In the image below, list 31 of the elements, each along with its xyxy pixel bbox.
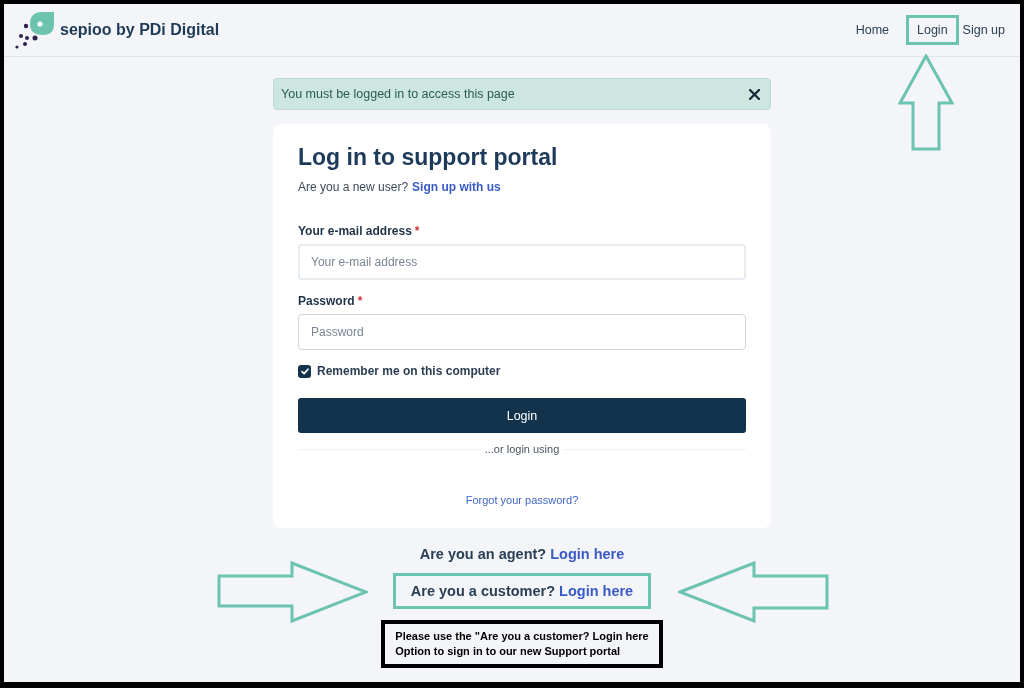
remember-label: Remember me on this computer [317, 364, 501, 378]
field-label: Your e-mail address [298, 223, 412, 239]
login-here-link[interactable]: Login here [550, 544, 625, 564]
left-arrow-icon [678, 561, 829, 623]
annotation-note: Please use the "Are you a customer? Login here Option to sign in to our new Support portal [381, 620, 663, 668]
divider-text: ...or login using [484, 442, 560, 456]
logo-icon [14, 10, 56, 50]
login-button[interactable]: Login [298, 398, 746, 433]
nav-link[interactable]: Home [851, 15, 893, 45]
login-option-prompt: Are you an agent? [419, 545, 547, 564]
close-button[interactable] [749, 88, 760, 100]
password-field[interactable]: Password [298, 314, 746, 350]
signup-link[interactable]: Sign up with us [412, 179, 501, 195]
login-here-link[interactable]: Login here [559, 581, 634, 601]
new-user-prompt: Are you a new user? [298, 179, 409, 195]
card-title: Log in to support portal [298, 143, 559, 172]
field-label: Password [298, 293, 355, 309]
brand-name: sepioo by PDi Digital [60, 21, 220, 39]
required-mark: * [414, 223, 420, 239]
nav-link[interactable]: Sign up [958, 15, 1009, 45]
forgot-password-link[interactable]: Forgot your password? [465, 493, 579, 507]
close-icon [749, 88, 760, 100]
right-arrow-icon [217, 561, 368, 623]
login-option-prompt: Are you a customer? [410, 582, 556, 601]
nav-link[interactable]: Login [906, 15, 959, 45]
alert-message: You must be logged in to access this page [281, 87, 515, 101]
email-field[interactable]: Your e-mail address [298, 244, 746, 280]
required-mark: * [357, 293, 363, 309]
up-arrow-icon [897, 54, 954, 151]
remember-checkbox[interactable] [298, 364, 311, 378]
check-icon [300, 367, 309, 375]
